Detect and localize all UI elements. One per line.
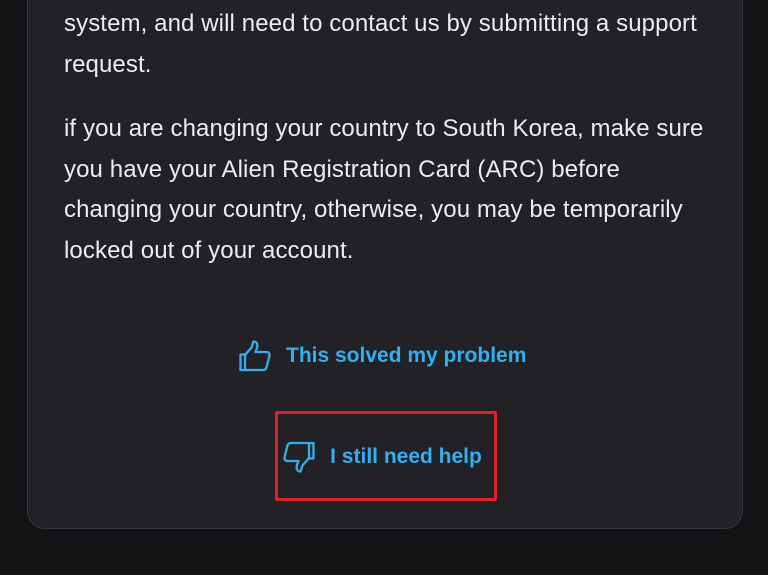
article-paragraph: system, and will need to contact us by s… bbox=[64, 10, 697, 78]
thumbs-down-icon bbox=[282, 440, 316, 474]
solved-problem-label: This solved my problem bbox=[286, 344, 527, 367]
article-paragraph: if you are changing your country to Sout… bbox=[64, 115, 704, 264]
still-need-help-label: I still need help bbox=[330, 445, 482, 468]
solved-problem-button[interactable]: This solved my problem bbox=[238, 338, 526, 374]
still-need-help-button[interactable]: I still need help bbox=[275, 411, 497, 501]
thumbs-up-icon bbox=[238, 339, 272, 373]
